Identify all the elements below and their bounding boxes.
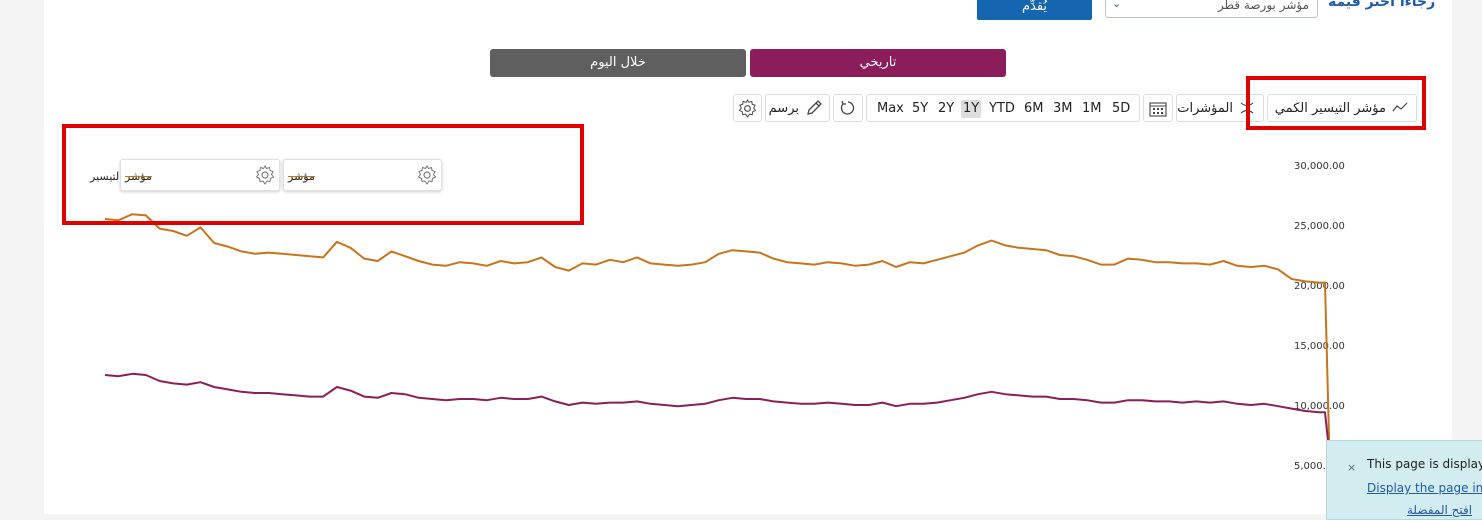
y-tick-label: 15,000.00	[1294, 341, 1345, 352]
notice-link[interactable]: Display the page in	[1367, 481, 1482, 495]
highlight-box-legend	[62, 124, 584, 225]
y-tick-label: 25,000.00	[1294, 221, 1345, 232]
notice-message: This page is display	[1367, 457, 1482, 471]
highlight-box-index-selector	[1246, 76, 1426, 130]
series-line-1	[104, 372, 1332, 471]
series-line-0	[104, 213, 1332, 514]
notice-link-secondary[interactable]: افتح المفضلة	[1407, 503, 1472, 517]
chart-series-layer	[104, 213, 1332, 514]
y-axis: 30,000.0025,000.0020,000.0015,000.0010,0…	[1294, 161, 1345, 472]
y-tick-label: 30,000.00	[1294, 161, 1345, 172]
translation-notice: × This page is display Display the page …	[1326, 440, 1482, 520]
close-icon[interactable]: ×	[1347, 461, 1356, 474]
